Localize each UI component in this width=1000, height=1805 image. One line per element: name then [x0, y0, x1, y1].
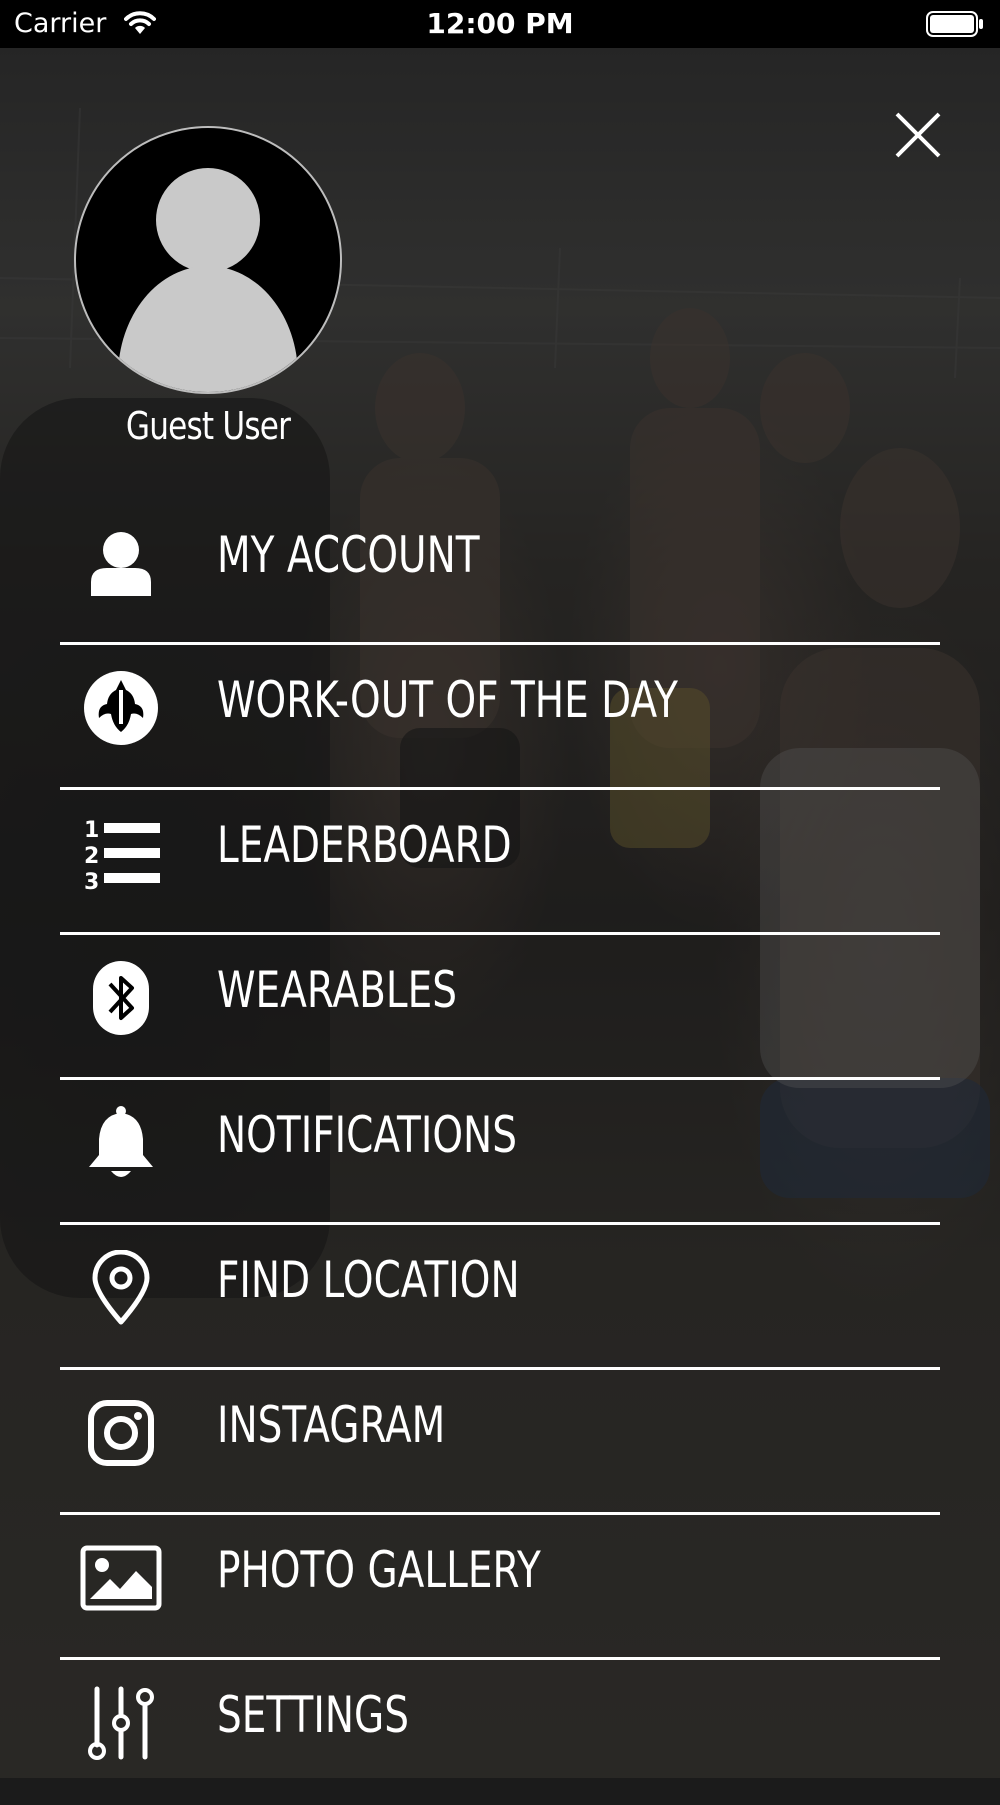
instagram-icon: [80, 1392, 162, 1474]
menu-label: MY ACCOUNT: [217, 526, 480, 584]
menu-item-wearables[interactable]: WEARABLES: [60, 935, 940, 1080]
close-icon: [895, 112, 941, 158]
battery-icon: [926, 11, 984, 41]
side-menu: MY ACCOUNT WORK-OUT OF THE DAY 1 2 3 LEA…: [60, 500, 940, 1805]
svg-text:1: 1: [84, 818, 99, 843]
menu-label: PHOTO GALLERY: [217, 1541, 541, 1599]
menu-label: NOTIFICATIONS: [217, 1106, 517, 1164]
bluetooth-icon: [80, 957, 162, 1039]
user-icon: [80, 522, 162, 604]
menu-item-settings[interactable]: SETTINGS: [60, 1660, 940, 1805]
user-placeholder-icon: [118, 168, 298, 392]
status-bar: Carrier 12:00 PM: [0, 0, 1000, 48]
menu-item-wod[interactable]: WORK-OUT OF THE DAY: [60, 645, 940, 790]
menu-item-leaderboard[interactable]: 1 2 3 LEADERBOARD: [60, 790, 940, 935]
svg-text:3: 3: [84, 870, 99, 891]
profile-name: Guest User: [125, 404, 291, 448]
menu-item-find-location[interactable]: FIND LOCATION: [60, 1225, 940, 1370]
menu-item-my-account[interactable]: MY ACCOUNT: [60, 500, 940, 645]
image-icon: [80, 1537, 162, 1619]
svg-text:2: 2: [84, 844, 99, 869]
close-button[interactable]: [893, 110, 943, 160]
menu-label: FIND LOCATION: [217, 1251, 520, 1309]
menu-label: SETTINGS: [217, 1686, 410, 1744]
menu-label: WEARABLES: [217, 961, 457, 1019]
rebel-emblem-icon: [80, 667, 162, 749]
numbered-list-icon: 1 2 3: [80, 812, 162, 894]
menu-item-notifications[interactable]: NOTIFICATIONS: [60, 1080, 940, 1225]
menu-label: INSTAGRAM: [217, 1396, 446, 1454]
sliders-icon: [80, 1682, 162, 1764]
bell-icon: [80, 1102, 162, 1184]
map-pin-icon: [80, 1247, 162, 1329]
menu-label: LEADERBOARD: [217, 816, 512, 874]
menu-label: WORK-OUT OF THE DAY: [217, 671, 678, 729]
clock: 12:00 PM: [426, 7, 574, 40]
menu-item-instagram[interactable]: INSTAGRAM: [60, 1370, 940, 1515]
menu-item-photo-gallery[interactable]: PHOTO GALLERY: [60, 1515, 940, 1660]
avatar[interactable]: [74, 126, 342, 394]
